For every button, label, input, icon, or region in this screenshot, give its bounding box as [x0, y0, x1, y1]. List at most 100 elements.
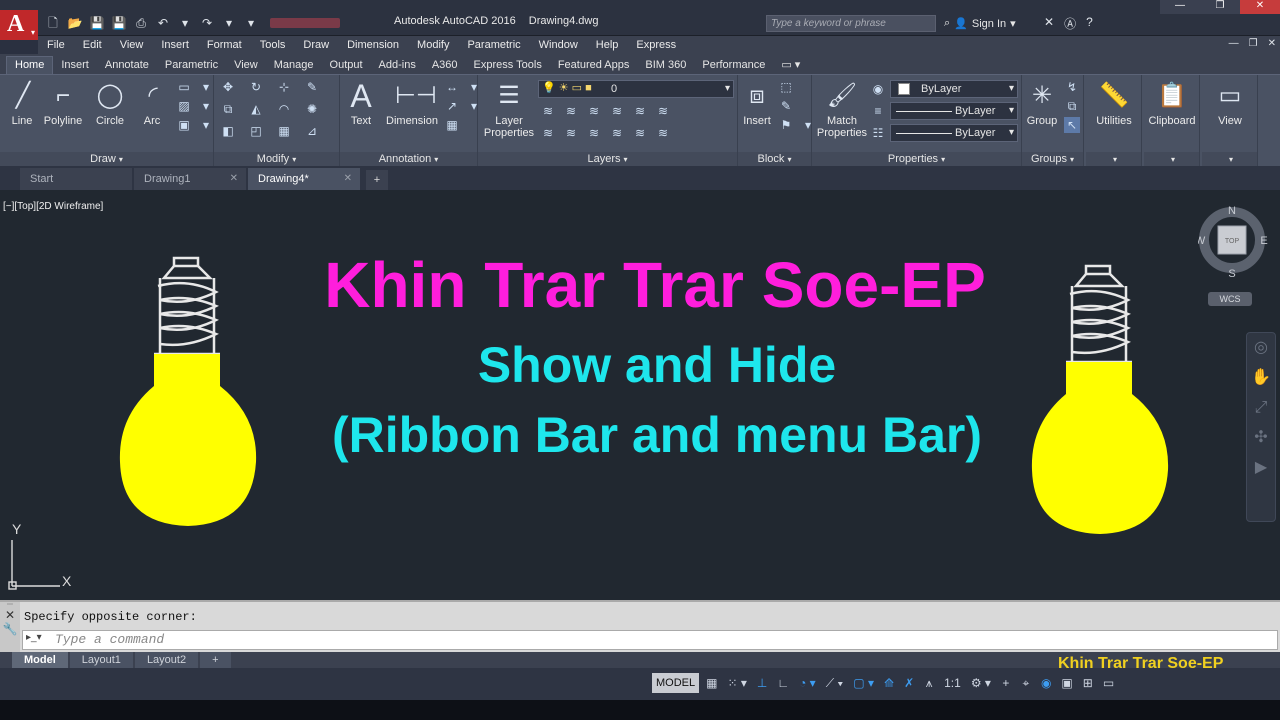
panel-title-block[interactable]: Block ▾	[738, 152, 811, 167]
open-icon[interactable]: 📂	[66, 15, 84, 31]
menu-express[interactable]: Express	[627, 39, 685, 51]
panel-title-draw[interactable]: Draw ▾	[0, 152, 213, 167]
insert-button[interactable]: ⧈ Insert	[740, 79, 774, 127]
trim-icon[interactable]: ⊹	[276, 79, 292, 95]
help-icon[interactable]: ?	[1086, 15, 1093, 32]
panel-title-properties[interactable]: Properties ▾	[812, 152, 1021, 167]
zoom-icon[interactable]: ⤢	[1247, 393, 1275, 423]
isodraft-icon[interactable]: ⟋ ▾	[823, 673, 847, 693]
layer-tool-icon[interactable]: ≋	[632, 125, 648, 141]
tab-express-tools[interactable]: Express Tools	[466, 57, 550, 74]
edit-block-icon[interactable]: ✎	[778, 98, 794, 114]
tab-manage[interactable]: Manage	[266, 57, 322, 74]
showmotion-icon[interactable]: ▶	[1247, 453, 1275, 483]
print-icon[interactable]: ⎙	[132, 15, 150, 31]
attribute-icon[interactable]: ⚑	[778, 117, 794, 133]
create-block-icon[interactable]: ⬚	[778, 79, 794, 95]
menu-modify[interactable]: Modify	[408, 39, 458, 51]
menu-window[interactable]: Window	[530, 39, 587, 51]
redo-icon[interactable]: ↷	[198, 15, 216, 31]
doc-tab-start[interactable]: Start	[20, 168, 132, 190]
linear-dim-icon[interactable]: ↔	[444, 79, 460, 95]
close-icon[interactable]: ✕	[344, 173, 352, 184]
isolate-icon[interactable]: ▣	[1058, 673, 1075, 693]
layer-tool-icon[interactable]: ≋	[586, 125, 602, 141]
layer-tool-icon[interactable]: ≋	[586, 103, 602, 119]
plus-icon[interactable]: +	[998, 673, 1014, 693]
arc-button[interactable]: ◜ Arc	[136, 79, 168, 127]
tab-a360[interactable]: A360	[424, 57, 466, 74]
maximize-icon[interactable]: ❐	[1200, 0, 1240, 14]
utilities-expand-icon[interactable]: ▾	[1086, 152, 1141, 167]
layer-tool-icon[interactable]: ≋	[609, 125, 625, 141]
doc-restore-icon[interactable]: ❐	[1249, 38, 1258, 49]
object-snap-icon[interactable]: ▢ ▾	[850, 673, 877, 693]
tab-insert[interactable]: Insert	[53, 57, 97, 74]
viewport-controls[interactable]: [−][Top][2D Wireframe]	[3, 201, 103, 212]
rotate-icon[interactable]: ↻	[248, 79, 264, 95]
scale-icon[interactable]: ◰	[248, 123, 264, 139]
panel-title-modify[interactable]: Modify ▾	[214, 152, 339, 167]
menu-file[interactable]: File	[38, 39, 74, 51]
layer-tool-icon[interactable]: ≋	[540, 103, 556, 119]
layer-tool-icon[interactable]: ≋	[609, 103, 625, 119]
tab-performance[interactable]: Performance	[694, 57, 773, 74]
explode-icon[interactable]: ✺	[304, 101, 320, 117]
layer-properties-button[interactable]: ☰ Layer Properties	[482, 79, 536, 139]
panel-title-layers[interactable]: Layers ▾	[478, 152, 737, 167]
dropdown-icon[interactable]: ▾	[198, 98, 214, 114]
saveas-icon[interactable]: 💾	[110, 15, 128, 31]
menu-tools[interactable]: Tools	[251, 39, 295, 51]
undo-icon[interactable]: ↶	[154, 15, 172, 31]
annotation-scale-value[interactable]: 1:1	[941, 673, 964, 693]
save-icon[interactable]: 💾	[88, 15, 106, 31]
new-layout-plus-icon[interactable]: +	[200, 652, 231, 668]
clipboard-button[interactable]: 📋 Clipboard	[1146, 79, 1198, 127]
doc-close-icon[interactable]: ✕	[1268, 38, 1276, 49]
doc-tab-drawing1[interactable]: Drawing1 ✕	[134, 168, 246, 190]
mirror-icon[interactable]: ◭	[248, 101, 264, 117]
ribbon-options-icon[interactable]: ▭ ▾	[773, 56, 808, 74]
search-input[interactable]: Type a keyword or phrase	[766, 15, 936, 32]
tab-bim-360[interactable]: BIM 360	[637, 57, 694, 74]
annotation-scale-icon[interactable]: ⩚	[921, 673, 937, 693]
new-icon[interactable]: 🗋	[44, 15, 62, 31]
fillet-icon[interactable]: ◠	[276, 101, 292, 117]
layer-tool-icon[interactable]: ≋	[655, 103, 671, 119]
drawing-area[interactable]: [−][Top][2D Wireframe] Khin Trar Trar So…	[0, 190, 1280, 600]
tab-view[interactable]: View	[226, 57, 266, 74]
model-space-button[interactable]: MODEL	[652, 673, 700, 693]
doc-tab-drawing4[interactable]: Drawing4* ✕	[248, 168, 360, 190]
menu-edit[interactable]: Edit	[74, 39, 111, 51]
snap-icon[interactable]: ⁙ ▾	[724, 673, 749, 693]
tab-home[interactable]: Home	[6, 56, 54, 74]
line-button[interactable]: ╱ Line	[6, 79, 38, 127]
exchange-icon[interactable]: ✕	[1044, 15, 1054, 32]
leader-icon[interactable]: ↗	[444, 98, 460, 114]
tab-parametric[interactable]: Parametric	[157, 57, 226, 74]
auto-scale-icon[interactable]: ✗	[901, 673, 917, 693]
menu-view[interactable]: View	[111, 39, 153, 51]
workspace-selector[interactable]	[270, 18, 340, 28]
move-icon[interactable]: ✥	[220, 79, 236, 95]
wrench-icon[interactable]: 🔧	[0, 622, 20, 636]
layer-tool-icon[interactable]: ≋	[655, 125, 671, 141]
command-prompt-icon[interactable]: ▸_▾	[26, 632, 50, 648]
panel-title-groups[interactable]: Groups ▾	[1022, 152, 1083, 167]
tab-featured-apps[interactable]: Featured Apps	[550, 57, 638, 74]
command-line-grip[interactable]: ⋯ ✕ 🔧	[0, 602, 20, 652]
ungroup-icon[interactable]: ↯	[1064, 79, 1080, 95]
signin-button[interactable]: ⌕ 👤 Sign In ▾	[944, 15, 1016, 32]
tab-annotate[interactable]: Annotate	[97, 57, 157, 74]
layer-tool-icon[interactable]: ≋	[563, 103, 579, 119]
polyline-button[interactable]: ⌐ Polyline	[40, 79, 86, 127]
dropdown-icon[interactable]: ▾	[198, 79, 214, 95]
infer-icon[interactable]: ⊥	[754, 673, 770, 693]
workspace-gear-icon[interactable]: ⚙ ▾	[968, 673, 994, 693]
stretch-icon[interactable]: ◧	[220, 123, 236, 139]
close-icon[interactable]: ✕	[0, 608, 20, 622]
dimension-button[interactable]: ⊢⊣ Dimension	[384, 79, 440, 127]
units-icon[interactable]: ⌖	[1018, 673, 1034, 693]
offset-icon[interactable]: ⊿	[304, 123, 320, 139]
panel-utilities[interactable]: 📏 Utilities ▾	[1086, 75, 1142, 167]
